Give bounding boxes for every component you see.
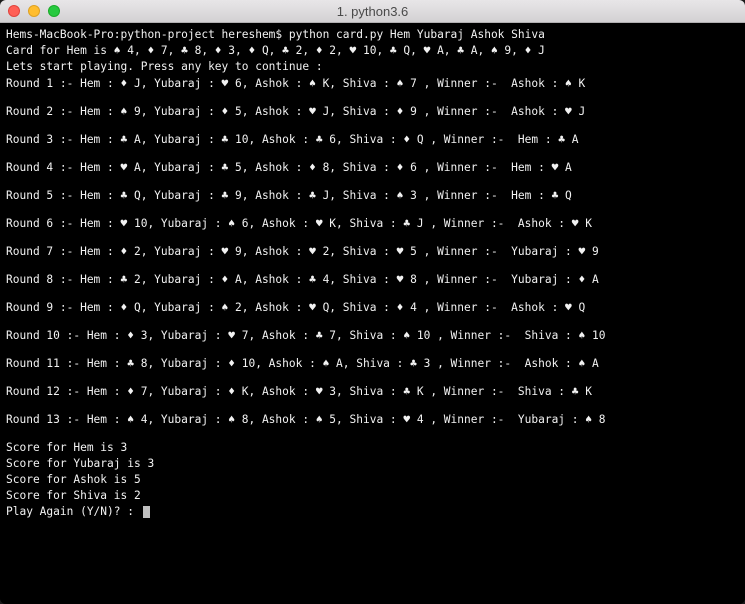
score-line: Score for Yubaraj is 3	[6, 456, 739, 472]
blank-line	[6, 260, 739, 272]
play-again-prompt[interactable]: Play Again (Y/N)? :	[6, 504, 739, 520]
window-title: 1. python3.6	[0, 4, 745, 19]
close-icon[interactable]	[8, 5, 20, 17]
round-line: Round 10 :- Hem : ♦ 3, Yubaraj : ♥ 7, As…	[6, 328, 739, 344]
blank-line	[6, 92, 739, 104]
round-line: Round 9 :- Hem : ♦ Q, Yubaraj : ♠ 2, Ash…	[6, 300, 739, 316]
round-line: Round 12 :- Hem : ♦ 7, Yubaraj : ♦ K, As…	[6, 384, 739, 400]
shell-prompt: Hems-MacBook-Pro:python-project hereshem…	[6, 27, 739, 43]
blank-line	[6, 148, 739, 160]
blank-line	[6, 428, 739, 440]
minimize-icon[interactable]	[28, 5, 40, 17]
titlebar: 1. python3.6	[0, 0, 745, 23]
blank-line	[6, 344, 739, 356]
round-line: Round 1 :- Hem : ♦ J, Yubaraj : ♥ 6, Ash…	[6, 76, 739, 92]
blank-line	[6, 316, 739, 328]
blank-line	[6, 176, 739, 188]
blank-line	[6, 400, 739, 412]
traffic-lights	[8, 5, 60, 17]
round-line: Round 8 :- Hem : ♣ 2, Yubaraj : ♦ A, Ash…	[6, 272, 739, 288]
round-line: Round 7 :- Hem : ♦ 2, Yubaraj : ♥ 9, Ash…	[6, 244, 739, 260]
round-line: Round 5 :- Hem : ♣ Q, Yubaraj : ♣ 9, Ash…	[6, 188, 739, 204]
maximize-icon[interactable]	[48, 5, 60, 17]
terminal-window: 1. python3.6 Hems-MacBook-Pro:python-pro…	[0, 0, 745, 604]
round-line: Round 11 :- Hem : ♣ 8, Yubaraj : ♦ 10, A…	[6, 356, 739, 372]
start-line: Lets start playing. Press any key to con…	[6, 59, 739, 75]
cursor-icon	[143, 506, 150, 518]
blank-line	[6, 372, 739, 384]
blank-line	[6, 120, 739, 132]
score-line: Score for Hem is 3	[6, 440, 739, 456]
dealt-cards-line: Card for Hem is ♠ 4, ♦ 7, ♣ 8, ♦ 3, ♦ Q,…	[6, 43, 739, 59]
blank-line	[6, 204, 739, 216]
round-line: Round 4 :- Hem : ♥ A, Yubaraj : ♣ 5, Ash…	[6, 160, 739, 176]
round-line: Round 2 :- Hem : ♠ 9, Yubaraj : ♦ 5, Ash…	[6, 104, 739, 120]
round-line: Round 6 :- Hem : ♥ 10, Yubaraj : ♠ 6, As…	[6, 216, 739, 232]
score-line: Score for Ashok is 5	[6, 472, 739, 488]
score-line: Score for Shiva is 2	[6, 488, 739, 504]
round-line: Round 13 :- Hem : ♠ 4, Yubaraj : ♠ 8, As…	[6, 412, 739, 428]
blank-line	[6, 232, 739, 244]
blank-line	[6, 288, 739, 300]
terminal-body[interactable]: Hems-MacBook-Pro:python-project hereshem…	[0, 23, 745, 604]
round-line: Round 3 :- Hem : ♣ A, Yubaraj : ♣ 10, As…	[6, 132, 739, 148]
